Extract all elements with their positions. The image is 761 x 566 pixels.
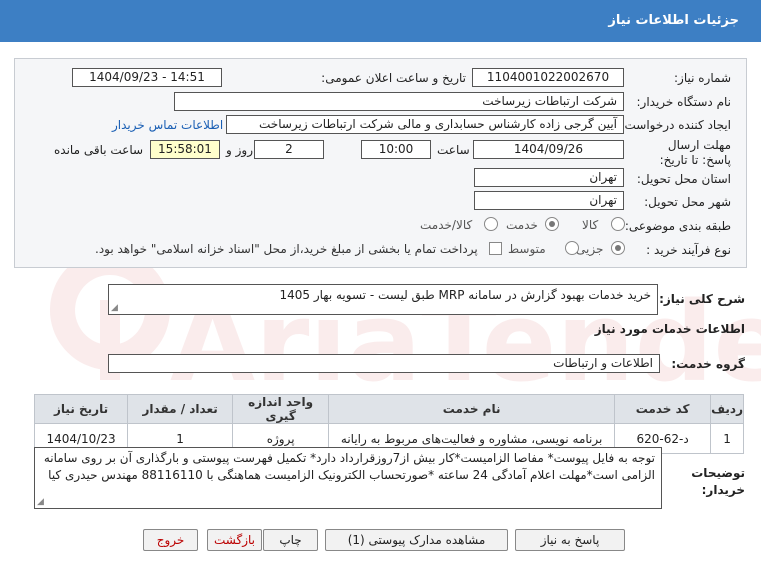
buyer-org-field: شرکت ارتباطات زیرساخت bbox=[174, 92, 624, 111]
category-radio-goods[interactable] bbox=[611, 217, 625, 231]
category-option-goods: کالا bbox=[582, 218, 599, 232]
process-option-medium: متوسط bbox=[508, 242, 546, 256]
category-option-goods-service: کالا/خدمت bbox=[420, 218, 473, 232]
cell-row: 1 bbox=[710, 423, 744, 454]
days-label: روز و bbox=[226, 143, 253, 157]
creator-label: ایجاد کننده درخواست: bbox=[620, 118, 731, 132]
resize-grip-icon[interactable]: ◢ bbox=[111, 304, 118, 313]
back-button[interactable]: بازگشت bbox=[207, 529, 262, 551]
announce-field: 1404/09/23 - 14:51 bbox=[72, 68, 222, 87]
col-qty: تعداد / مقدار bbox=[127, 394, 234, 424]
service-group-field: اطلاعات و ارتباطات bbox=[108, 354, 660, 373]
category-option-service: خدمت bbox=[506, 218, 538, 232]
remaining-label: ساعت باقی مانده bbox=[54, 143, 144, 157]
buyer-notes-text: توجه به فایل پیوست* مفاصا الزامیست*کار ب… bbox=[43, 451, 655, 482]
view-attachments-button[interactable]: مشاهده مدارک پیوستی (1) bbox=[325, 529, 508, 551]
reply-button[interactable]: پاسخ به نیاز bbox=[515, 529, 625, 551]
category-radio-service[interactable] bbox=[545, 217, 559, 231]
city-field: تهران bbox=[474, 191, 624, 210]
col-name: نام خدمت bbox=[328, 394, 616, 424]
print-button[interactable]: چاپ bbox=[263, 529, 318, 551]
col-code: کد خدمت bbox=[614, 394, 712, 424]
province-field: تهران bbox=[474, 168, 624, 187]
col-date: تاریخ نیاز bbox=[33, 394, 129, 424]
page-title: جزئیات اطلاعات نیاز bbox=[0, 0, 761, 42]
process-radio-minor[interactable] bbox=[611, 241, 625, 255]
category-label: طبقه بندی موضوعی: bbox=[624, 219, 731, 233]
exit-button[interactable]: خروج bbox=[143, 529, 198, 551]
deadline-label: مهلت ارسال پاسخ: تا تاریخ: bbox=[659, 138, 731, 167]
deadline-time-label: ساعت bbox=[437, 143, 470, 157]
deadline-time-field: 10:00 bbox=[361, 140, 431, 159]
city-label: شهر محل تحویل: bbox=[644, 195, 731, 209]
creator-field: آیین گرجی زاده کارشناس حسابداری و مالی ش… bbox=[226, 115, 624, 134]
services-section-title: اطلاعات خدمات مورد نیاز bbox=[594, 322, 745, 336]
remaining-time-field: 15:58:01 bbox=[150, 140, 220, 159]
service-group-label: گروه خدمت: bbox=[671, 357, 745, 371]
treasury-payment-note: پرداخت تمام یا بخشی از مبلغ خرید،از محل … bbox=[95, 242, 478, 256]
province-label: استان محل تحویل: bbox=[636, 172, 731, 186]
treasury-payment-checkbox[interactable] bbox=[489, 242, 502, 255]
process-label: نوع فرآیند خرید : bbox=[646, 243, 731, 257]
buyer-contact-link[interactable]: اطلاعات تماس خریدار bbox=[112, 118, 223, 132]
process-radio-medium[interactable] bbox=[565, 241, 579, 255]
summary-label: شرح کلی نیاز: bbox=[659, 292, 745, 306]
col-row: ردیف bbox=[710, 394, 744, 424]
buyer-notes-textarea[interactable]: توجه به فایل پیوست* مفاصا الزامیست*کار ب… bbox=[34, 447, 662, 509]
summary-text: خرید خدمات بهبود گزارش در سامانه MRP طبق… bbox=[279, 288, 651, 302]
services-table: ردیف کد خدمت نام خدمت واحد اندازه گیری ت… bbox=[33, 394, 744, 454]
need-number-label: شماره نیاز: bbox=[674, 71, 731, 85]
buyer-notes-label: توضیحات خریدار: bbox=[691, 466, 745, 497]
category-radio-goods-service[interactable] bbox=[484, 217, 498, 231]
deadline-date-field: 1404/09/26 bbox=[473, 140, 624, 159]
days-field: 2 bbox=[254, 140, 324, 159]
need-number-field: 1104001022002670 bbox=[472, 68, 624, 87]
details-panel bbox=[14, 58, 747, 268]
announce-label: تاریخ و ساعت اعلان عمومی: bbox=[321, 71, 466, 85]
buyer-org-label: نام دستگاه خریدار: bbox=[636, 95, 732, 109]
services-table-header: ردیف کد خدمت نام خدمت واحد اندازه گیری ت… bbox=[33, 394, 744, 424]
col-unit: واحد اندازه گیری bbox=[232, 394, 330, 424]
resize-grip-icon[interactable]: ◢ bbox=[37, 498, 44, 507]
summary-textarea[interactable]: خرید خدمات بهبود گزارش در سامانه MRP طبق… bbox=[108, 284, 658, 315]
process-option-minor: جزیی bbox=[576, 242, 604, 256]
